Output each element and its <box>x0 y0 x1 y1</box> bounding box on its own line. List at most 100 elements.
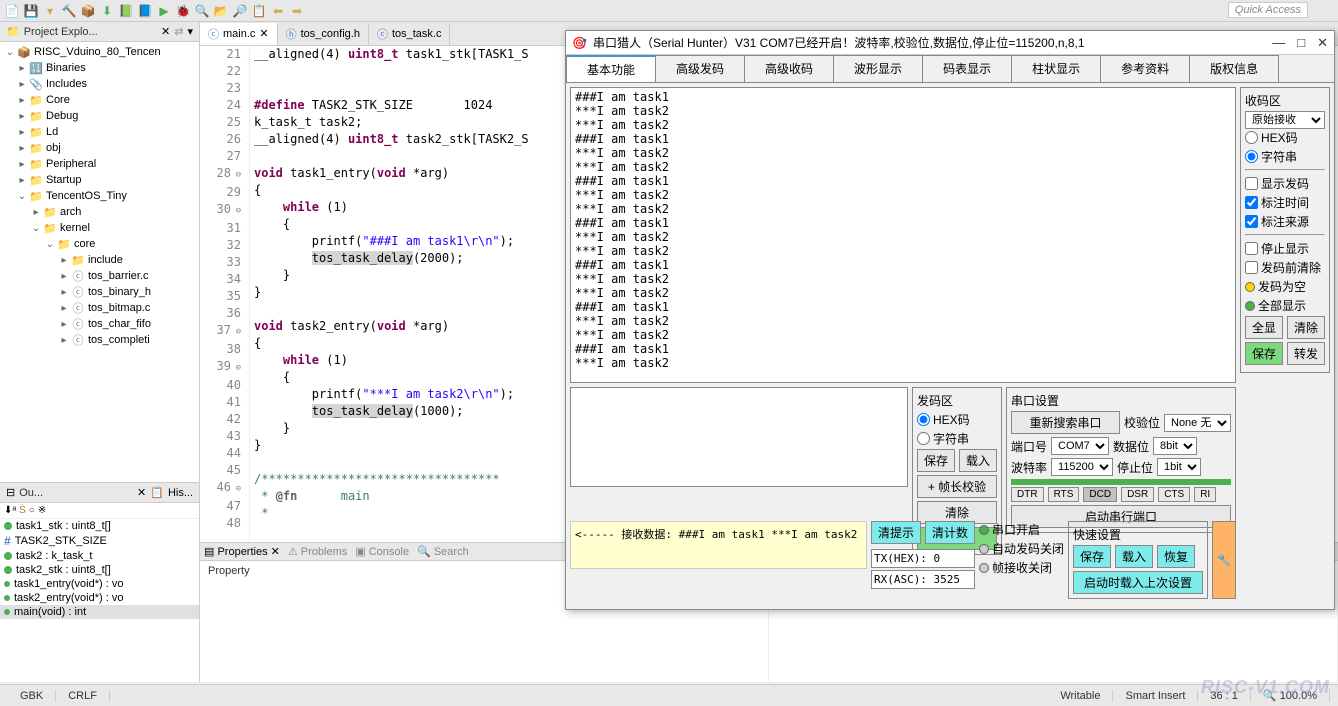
close-icon[interactable]: ✕ <box>161 25 170 38</box>
parity-select[interactable]: None 无 <box>1164 414 1231 432</box>
editor-tab-task[interactable]: ⓒ tos_task.c <box>369 23 451 45</box>
toolbar-icon[interactable]: 🔨 <box>61 3 77 19</box>
serial-tab[interactable]: 码表显示 <box>922 55 1012 82</box>
filter-icon[interactable]: ※ <box>38 505 46 516</box>
toolbar-icon[interactable]: ▾ <box>42 3 58 19</box>
q-load-button[interactable]: 载入 <box>1115 545 1153 568</box>
tree-item[interactable]: ▸ⓒtos_barrier.c <box>2 268 197 284</box>
clear-hint-button[interactable]: 清提示 <box>871 521 921 544</box>
toolbar-icon[interactable]: 📗 <box>118 3 134 19</box>
signal-button[interactable]: CTS <box>1158 487 1190 502</box>
toolbar-icon[interactable]: ⬅ <box>270 3 286 19</box>
q-restore-button[interactable]: 恢复 <box>1157 545 1195 568</box>
tree-item[interactable]: ▸ⓒtos_char_fifo <box>2 316 197 332</box>
toolbar-icon[interactable]: 💾 <box>23 3 39 19</box>
rx-str-radio[interactable] <box>1245 150 1258 163</box>
mark-time-check[interactable] <box>1245 196 1258 209</box>
console-tab[interactable]: ▣ Console <box>355 545 409 558</box>
tree-item[interactable]: ▸ⓒtos_completi <box>2 332 197 348</box>
outline-item[interactable]: task2_stk : uint8_t[] <box>0 563 199 577</box>
editor-tab-main[interactable]: ⓒ main.c ✕ <box>200 23 278 45</box>
search-tab[interactable]: 🔍 Search <box>417 545 469 558</box>
close-icon[interactable]: ✕ <box>137 486 146 499</box>
tx-textarea[interactable] <box>570 387 908 487</box>
tree-item[interactable]: ▸🔢Binaries <box>2 60 197 76</box>
clear-button[interactable]: 清除 <box>1287 316 1325 339</box>
outline-item[interactable]: task1_entry(void*) : vo <box>0 577 199 591</box>
rescan-button[interactable]: 重新搜索串口 <box>1011 411 1120 434</box>
stop-disp-check[interactable] <box>1245 242 1258 255</box>
outline-item[interactable]: main(void) : int <box>0 605 199 619</box>
tree-item[interactable]: ▸📎Includes <box>2 76 197 92</box>
tree-item[interactable]: ▸📁include <box>2 252 197 268</box>
tree-item[interactable]: ▸📁obj <box>2 140 197 156</box>
toolbar-icon[interactable]: 🔍 <box>194 3 210 19</box>
close-icon[interactable]: ✕ <box>1317 35 1328 51</box>
tree-item[interactable]: ▸ⓒtos_bitmap.c <box>2 300 197 316</box>
q-save-button[interactable]: 保存 <box>1073 545 1111 568</box>
sort-icon[interactable]: ⬇ᵃ <box>4 505 16 516</box>
settings-icon[interactable]: 🔧 <box>1212 521 1236 599</box>
filter-icon[interactable]: Ṡ <box>19 505 26 516</box>
signal-button[interactable]: RI <box>1194 487 1216 502</box>
frame-check-button[interactable]: + 帧长校验 <box>917 475 997 498</box>
tx-load-button[interactable]: 载入 <box>959 449 997 472</box>
serial-tab[interactable]: 柱状显示 <box>1011 55 1101 82</box>
hex-radio[interactable] <box>917 413 930 426</box>
outline-item[interactable]: task1_stk : uint8_t[] <box>0 519 199 533</box>
filter-icon[interactable]: ○ <box>29 505 35 516</box>
tree-item[interactable]: ▸📁Debug <box>2 108 197 124</box>
project-tree[interactable]: ⌄ 📦 RISC_Vduino_80_Tencen ▸🔢Binaries▸📎In… <box>0 42 199 482</box>
minimize-icon[interactable]: — <box>1272 35 1285 51</box>
properties-tab[interactable]: ▤ Properties ✕ <box>204 545 280 558</box>
rx-hex-radio[interactable] <box>1245 131 1258 144</box>
tree-item[interactable]: ▸ⓒtos_binary_h <box>2 284 197 300</box>
tree-item[interactable]: ⌄📁core <box>2 236 197 252</box>
outline-item[interactable]: #TASK2_STK_SIZE <box>0 533 199 549</box>
signal-button[interactable]: DCD <box>1083 487 1117 502</box>
tree-item[interactable]: ⌄📁TencentOS_Tiny <box>2 188 197 204</box>
str-radio[interactable] <box>917 432 930 445</box>
serial-tab[interactable]: 参考资料 <box>1100 55 1190 82</box>
serial-tab[interactable]: 高级发码 <box>655 55 745 82</box>
history-tab[interactable]: His... <box>168 487 193 499</box>
toolbar-icon[interactable]: 📂 <box>213 3 229 19</box>
tree-item[interactable]: ▸📁arch <box>2 204 197 220</box>
serial-tab[interactable]: 基本功能 <box>566 55 656 82</box>
baud-select[interactable]: 115200 <box>1051 458 1113 476</box>
mark-src-check[interactable] <box>1245 215 1258 228</box>
menu-icon[interactable]: ▾ <box>187 25 193 38</box>
tree-item[interactable]: ▸📁Ld <box>2 124 197 140</box>
load-last-button[interactable]: 启动时载入上次设置 <box>1073 571 1203 594</box>
clear-before-check[interactable] <box>1245 261 1258 274</box>
status-lineend[interactable]: CRLF <box>56 690 110 702</box>
outline-tab[interactable]: Ou... <box>19 487 133 499</box>
toolbar-icon[interactable]: ➡ <box>289 3 305 19</box>
toolbar-icon[interactable]: ▶ <box>156 3 172 19</box>
save-button[interactable]: 保存 <box>1245 342 1283 365</box>
tree-item[interactable]: ⌄📁kernel <box>2 220 197 236</box>
clear-count-button[interactable]: 清计数 <box>925 521 975 544</box>
fwd-button[interactable]: 转发 <box>1287 342 1325 365</box>
tree-root[interactable]: ⌄ 📦 RISC_Vduino_80_Tencen <box>2 44 197 60</box>
chevron-down-icon[interactable]: ⌄ <box>4 47 16 58</box>
quick-access[interactable]: Quick Access <box>1228 2 1308 18</box>
toolbar-icon[interactable]: 🐞 <box>175 3 191 19</box>
serial-tab[interactable]: 版权信息 <box>1189 55 1279 82</box>
close-icon[interactable]: ✕ <box>259 27 268 40</box>
toolbar-icon[interactable]: 📋 <box>251 3 267 19</box>
tx-save-button[interactable]: 保存 <box>917 449 955 472</box>
tree-item[interactable]: ▸📁Peripheral <box>2 156 197 172</box>
serial-titlebar[interactable]: 🎯 串口猎人（Serial Hunter）V31 COM7已经开启！波特率,校验… <box>566 31 1334 55</box>
serial-tab[interactable]: 波形显示 <box>833 55 923 82</box>
rx-mode-select[interactable]: 原始接收 <box>1245 111 1325 129</box>
stop-select[interactable]: 1bit <box>1157 458 1201 476</box>
link-icon[interactable]: ⇄ <box>174 25 183 38</box>
status-encoding[interactable]: GBK <box>8 690 56 702</box>
toolbar-icon[interactable]: 🔎 <box>232 3 248 19</box>
toolbar-icon[interactable]: 📄 <box>4 3 20 19</box>
data-select[interactable]: 8bit <box>1153 437 1197 455</box>
tree-item[interactable]: ▸📁Core <box>2 92 197 108</box>
signal-button[interactable]: DTR <box>1011 487 1044 502</box>
toolbar-icon[interactable]: 📘 <box>137 3 153 19</box>
